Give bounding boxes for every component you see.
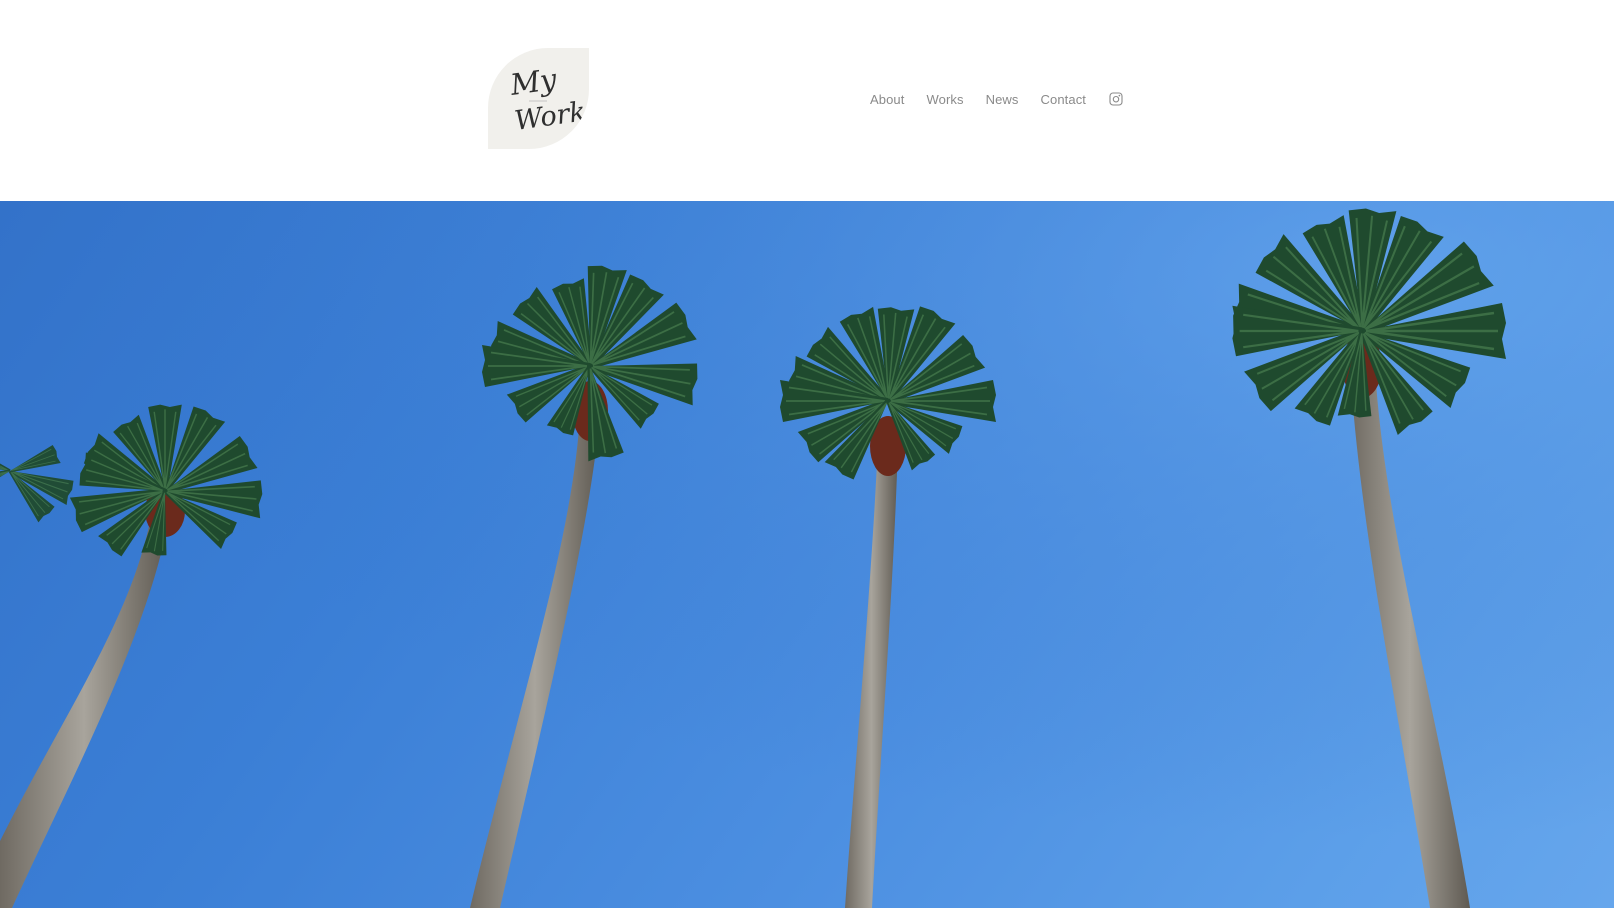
logo-lettering: My Work <box>507 62 588 137</box>
site-header: My Work About Works News Contact <box>0 0 1614 201</box>
logo-line-2: Work <box>513 96 588 137</box>
nav-link-works[interactable]: Works <box>926 92 963 107</box>
main-nav: About Works News Contact <box>870 88 1123 110</box>
site-logo[interactable]: My Work <box>488 48 589 149</box>
hero-palm-photo <box>0 201 1614 908</box>
nav-link-about[interactable]: About <box>870 92 904 107</box>
instagram-icon[interactable] <box>1109 92 1123 106</box>
nav-link-contact[interactable]: Contact <box>1041 92 1087 107</box>
hero-image <box>0 201 1614 908</box>
nav-link-news[interactable]: News <box>986 92 1019 107</box>
logo-line-1: My <box>507 62 559 102</box>
